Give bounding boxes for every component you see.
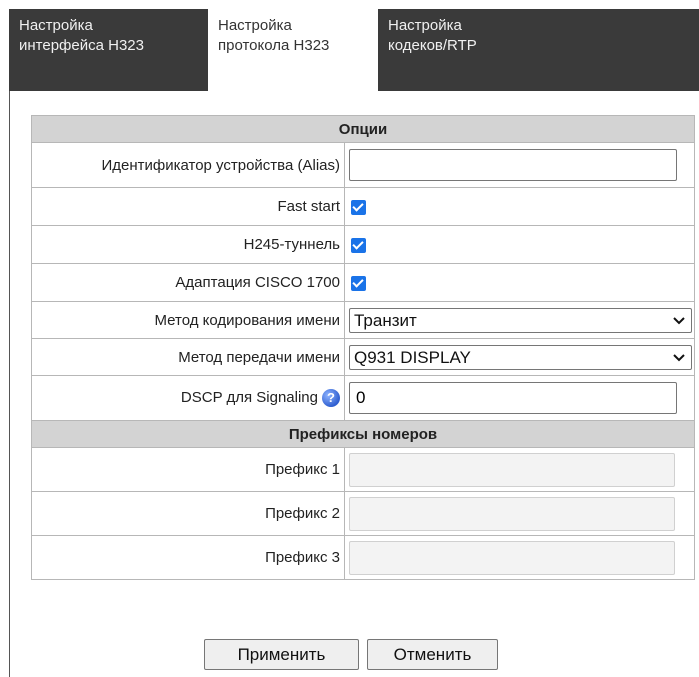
row-cisco-adapt: Адаптация CISCO 1700: [31, 263, 695, 302]
tab-label-line2: интерфейса H323: [19, 37, 144, 54]
section-header-options: Опции: [31, 115, 695, 143]
cisco-label: Адаптация CISCO 1700: [31, 263, 345, 302]
row-prefix-3: Префикс 3: [31, 535, 695, 580]
h245-checkbox[interactable]: [351, 237, 366, 253]
fast-start-checkbox[interactable]: [351, 199, 366, 215]
tab-label-line1: Настройка: [19, 17, 93, 34]
row-fast-start: Fast start: [31, 187, 695, 226]
dscp-input[interactable]: [349, 382, 677, 414]
tab-label-line2: протокола H323: [218, 37, 330, 54]
tab-protocol-h323[interactable]: Настройка протокола H323: [208, 9, 378, 92]
dscp-label-cell: DSCP для Signaling?: [31, 375, 345, 421]
section-header-prefixes: Префиксы номеров: [31, 420, 695, 448]
tab-label-line1: Настройка: [218, 17, 292, 34]
row-prefix-1: Префикс 1: [31, 447, 695, 492]
prefix-3-input[interactable]: [349, 540, 675, 575]
prefix-1-input[interactable]: [349, 452, 675, 487]
prefix-2-label: Префикс 2: [31, 491, 345, 536]
row-alias: Идентификатор устройства (Alias): [31, 142, 695, 188]
row-dscp: DSCP для Signaling?: [31, 375, 695, 421]
tab-bar: Настройка интерфейса H323 Настройка прот…: [9, 9, 699, 92]
row-name-coding: Метод кодирования имени Транзит: [31, 301, 695, 339]
chevron-down-icon: [673, 353, 685, 361]
name-coding-select[interactable]: Транзит: [349, 307, 692, 333]
tab-codecs-rtp[interactable]: Настройка кодеков/RTP: [378, 9, 548, 91]
name-coding-label: Метод кодирования имени: [31, 301, 345, 339]
section-title: Префиксы номеров: [31, 420, 695, 448]
name-transfer-value: Q931 DISPLAY: [354, 347, 471, 367]
cisco-checkbox[interactable]: [351, 275, 366, 291]
name-coding-value: Транзит: [354, 310, 417, 330]
help-icon[interactable]: ?: [322, 389, 340, 408]
name-transfer-label: Метод передачи имени: [31, 338, 345, 376]
row-prefix-2: Префикс 2: [31, 491, 695, 536]
dscp-label: DSCP для Signaling: [180, 388, 318, 406]
h245-label: H245-туннель: [31, 225, 345, 264]
row-h245-tunnel: H245-туннель: [31, 225, 695, 264]
prefix-3-label: Префикс 3: [31, 535, 345, 580]
tab-interface-h323[interactable]: Настройка интерфейса H323: [9, 9, 199, 91]
alias-input[interactable]: [349, 149, 677, 181]
settings-table: Опции Идентификатор устройства (Alias) F…: [31, 115, 695, 580]
fast-start-label: Fast start: [31, 187, 345, 226]
section-title: Опции: [31, 115, 695, 143]
cancel-button[interactable]: Отменить: [367, 639, 498, 670]
apply-button[interactable]: Применить: [204, 639, 359, 670]
name-transfer-select[interactable]: Q931 DISPLAY: [349, 344, 692, 370]
prefix-2-input[interactable]: [349, 496, 675, 531]
tab-label-line2: кодеков/RTP: [388, 37, 477, 54]
tab-label-line1: Настройка: [388, 17, 462, 34]
alias-label: Идентификатор устройства (Alias): [31, 142, 345, 188]
row-name-transfer: Метод передачи имени Q931 DISPLAY: [31, 338, 695, 376]
prefix-1-label: Префикс 1: [31, 447, 345, 492]
chevron-down-icon: [673, 316, 685, 324]
